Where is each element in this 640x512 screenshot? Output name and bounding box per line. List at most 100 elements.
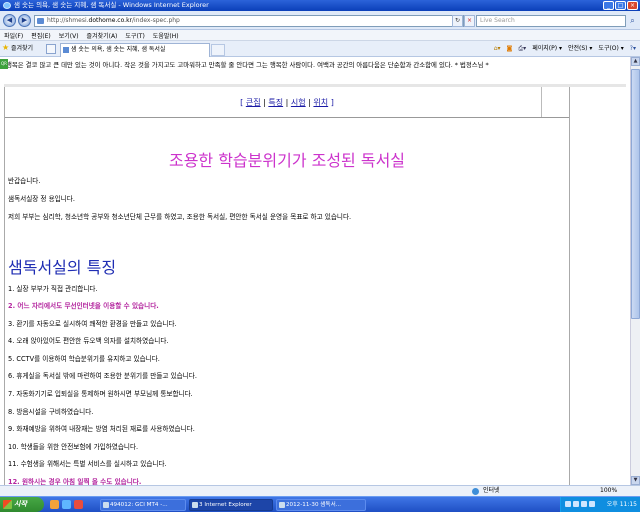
- favorites-button[interactable]: ★ 즐겨찾기: [2, 43, 34, 54]
- command-safety[interactable]: 안전(S) ▾: [568, 44, 592, 54]
- quote-badge: QR: [0, 59, 8, 69]
- title-bar: 샘 솟는 의욕, 샘 솟는 지혜, 샘 독서실 - Windows Intern…: [0, 0, 640, 11]
- intro-greeting: 반갑습니다.: [8, 177, 41, 185]
- intro-name: 샘독서실장 정 용입니다.: [8, 195, 75, 203]
- divider: [541, 87, 542, 117]
- page-icon: [63, 47, 69, 53]
- feature-item: 4. 오래 앉아있어도 편안한 듀오백 의자를 설치하였습니다.: [8, 337, 169, 345]
- menu-favorites[interactable]: 즐겨찾기(A): [87, 31, 118, 40]
- taskbar-item[interactable]: 494012: GCI MT4 -...: [100, 499, 186, 511]
- refresh-button[interactable]: ↻: [452, 15, 463, 27]
- command-tools[interactable]: 도구(O) ▾: [598, 44, 623, 54]
- tray-icons: [565, 501, 595, 507]
- feature-item: 6. 휴게실을 독서실 밖에 마련하여 조용한 분위기를 만들고 있습니다.: [8, 372, 197, 380]
- tray-icon[interactable]: [589, 501, 595, 507]
- tray-icon[interactable]: [565, 501, 571, 507]
- quote-text: QR 행복은 결코 많고 큰 데만 있는 것이 아니다. 작은 것을 가지고도 …: [0, 59, 628, 70]
- main-panel: [ 큰집 | 특징 | 시험 | 위치 ] 조용한 학습분위기가 조성된 독서실…: [4, 87, 570, 485]
- system-tray: 오후 11:15: [560, 497, 640, 512]
- site-nav: [ 큰집 | 특징 | 시험 | 위치 ]: [5, 97, 569, 108]
- nav-bracket: [: [240, 98, 244, 107]
- security-zone: 인터넷: [483, 487, 500, 494]
- feature-item: 1. 실장 부부가 직접 관리합니다.: [8, 285, 98, 293]
- taskbar-item-label: 2012-11-30 샘독서...: [286, 502, 342, 508]
- search-icon[interactable]: ⌕: [627, 15, 638, 27]
- windows-logo-icon: [3, 500, 12, 509]
- globe-icon: [472, 488, 479, 495]
- menu-help[interactable]: 도움말(H): [153, 31, 179, 40]
- print-icon[interactable]: ⎙▾: [518, 44, 526, 54]
- nav-link-location[interactable]: 위치: [313, 98, 328, 107]
- stop-button[interactable]: ×: [464, 15, 475, 27]
- nav-separator: |: [308, 98, 311, 107]
- tray-icon[interactable]: [581, 501, 587, 507]
- start-label: 시작: [14, 500, 27, 508]
- feature-item: 12. 원하시는 경우 아침 일찍 올 수도 있습니다.: [8, 478, 142, 485]
- feeds-icon[interactable]: ◙: [507, 44, 513, 54]
- menu-view[interactable]: 보기(V): [59, 31, 79, 40]
- feature-item: 10. 학생들을 위한 안전보험에 가입하였습니다.: [8, 443, 139, 451]
- feature-item: 11. 수험생을 위해서는 특별 서비스를 실시하고 있습니다.: [8, 460, 167, 468]
- nav-link-home[interactable]: 큰집: [246, 98, 261, 107]
- url-prefix: http://shmesi.: [47, 17, 89, 24]
- menu-tools[interactable]: 도구(T): [125, 31, 144, 40]
- command-page[interactable]: 페이지(P) ▾: [532, 44, 562, 54]
- home-icon[interactable]: ⌂▾: [494, 44, 501, 54]
- url-domain: dothome.co.kr: [88, 17, 133, 24]
- scroll-up-button[interactable]: ▲: [631, 57, 640, 66]
- nav-separator: |: [285, 98, 289, 107]
- taskbar-item-label: 3 Internet Explorer: [199, 502, 252, 508]
- quicklaunch-icon[interactable]: [62, 500, 71, 509]
- tab-current[interactable]: 샘 솟는 의욕, 샘 솟는 지혜, 샘 독서실: [60, 43, 210, 57]
- divider: [5, 117, 569, 118]
- window-controls: _ □ ×: [603, 1, 638, 10]
- quicklaunch-icon[interactable]: [74, 500, 83, 509]
- forward-button[interactable]: ▶: [18, 14, 31, 27]
- maximize-button[interactable]: □: [615, 1, 626, 10]
- menu-edit[interactable]: 편집(E): [31, 31, 51, 40]
- nav-bracket: ]: [330, 98, 334, 107]
- feature-item: 5. CCTV를 이용하여 학습분위기를 유지하고 있습니다.: [8, 355, 160, 363]
- start-button[interactable]: 시작: [0, 497, 44, 512]
- ie-icon: [3, 2, 11, 9]
- vertical-scrollbar[interactable]: ▲ ▼: [630, 57, 640, 485]
- features-heading: 샘독서실의 특징: [8, 258, 117, 277]
- taskbar-item-label: 494012: GCI MT4 -...: [110, 502, 168, 508]
- address-toolbar: ◀ ▶ http://shmesi.dothome.co.kr/index-sp…: [0, 11, 640, 30]
- clock: 오후 11:15: [606, 501, 637, 508]
- window-title: 샘 솟는 의욕, 샘 솟는 지혜, 샘 독서실 - Windows Intern…: [14, 1, 209, 9]
- help-icon[interactable]: ?▾: [630, 44, 636, 54]
- nav-link-exam[interactable]: 시험: [291, 98, 306, 107]
- app-icon: [103, 502, 109, 508]
- search-input[interactable]: Live Search: [476, 15, 626, 27]
- zoom-level[interactable]: 100%: [600, 486, 617, 496]
- back-button[interactable]: ◀: [3, 14, 16, 27]
- address-field[interactable]: http://shmesi.dothome.co.kr/index-spec.p…: [34, 15, 464, 27]
- minimize-button[interactable]: _: [603, 1, 614, 10]
- status-bar: 인터넷 100%: [0, 485, 640, 496]
- page-content: QR 행복은 결코 많고 큰 데만 있는 것이 아니다. 작은 것을 가지고도 …: [0, 57, 630, 485]
- close-button[interactable]: ×: [627, 1, 638, 10]
- scroll-down-button[interactable]: ▼: [631, 476, 640, 485]
- favorites-label: 즐겨찾기: [11, 45, 34, 52]
- page-icon: [37, 18, 44, 24]
- intro-description: 저희 부부는 심리학, 청소년학 공부와 청소년단체 근무를 하였고, 조용한 …: [8, 213, 352, 221]
- taskbar-item[interactable]: 2012-11-30 샘독서...: [276, 499, 366, 511]
- quick-tabs-icon[interactable]: [46, 44, 56, 54]
- quote-body: 행복은 결코 많고 큰 데만 있는 것이 아니다. 작은 것을 가지고도 고마워…: [6, 61, 489, 69]
- tray-icon[interactable]: [573, 501, 579, 507]
- quicklaunch-icon[interactable]: [50, 500, 59, 509]
- menu-bar: 파일(F) 편집(E) 보기(V) 즐겨찾기(A) 도구(T) 도움말(H): [0, 30, 640, 41]
- taskbar-item[interactable]: 3 Internet Explorer: [189, 499, 273, 511]
- scroll-thumb[interactable]: [631, 69, 640, 319]
- menu-file[interactable]: 파일(F): [4, 31, 23, 40]
- tab-bar: ★ 즐겨찾기 샘 솟는 의욕, 샘 솟는 지혜, 샘 독서실 ⌂▾ ◙ ⎙▾ 페…: [0, 41, 640, 57]
- nav-link-features[interactable]: 특징: [268, 98, 283, 107]
- new-tab-button[interactable]: [211, 44, 225, 56]
- star-icon: ★: [2, 43, 10, 52]
- feature-item: 9. 화재예방을 위하여 내장재는 방염 처리된 재료를 사용하였습니다.: [8, 425, 195, 433]
- feature-item: 3. 환기를 자동으로 실시하여 쾌적한 환경을 만들고 있습니다.: [8, 320, 177, 328]
- feature-item: 2. 어느 자리에서도 무선인터넷을 이용할 수 있습니다.: [8, 302, 159, 310]
- url-suffix: /index-spec.php: [132, 17, 180, 24]
- tab-title: 샘 솟는 의욕, 샘 솟는 지혜, 샘 독서실: [71, 46, 166, 53]
